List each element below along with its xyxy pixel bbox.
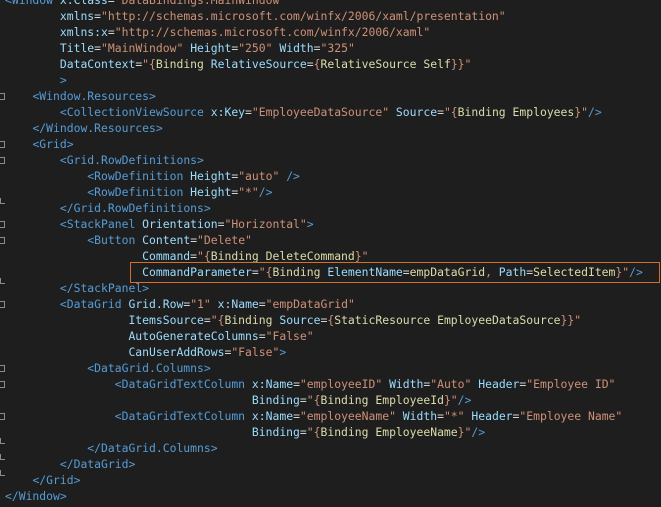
code-line: </Grid> xyxy=(32,473,81,487)
code-line: </DataGrid.Columns> xyxy=(87,441,218,455)
code-line: xmlns:x="http://schemas.microsoft.com/wi… xyxy=(59,25,431,39)
code-line: </DataGrid> xyxy=(59,457,136,471)
code-line: AutoGenerateColumns="False" xyxy=(128,329,314,343)
code-line: <DataGrid Grid.Row="1" x:Name="empDataGr… xyxy=(59,297,355,311)
code-line: </Window.Resources> xyxy=(32,121,163,135)
code-line: <DataGridTextColumn x:Name="employeeID" … xyxy=(114,377,616,391)
code-line: xmlns="http://schemas.microsoft.com/winf… xyxy=(59,9,506,23)
code-line: <Grid> xyxy=(32,137,74,151)
code-line: <RowDefinition Height="*"/> xyxy=(87,185,273,199)
code-line: Binding="{Binding EmployeeName}"/> xyxy=(251,425,486,439)
code-line: <StackPanel Orientation="Horizontal"> xyxy=(59,217,314,231)
code-line: Command="{Binding DeleteCommand}" xyxy=(142,249,369,263)
code-line: <Window.Resources> xyxy=(32,89,156,103)
code-line: Binding="{Binding EmployeeId}"/> xyxy=(251,393,472,407)
code-line: <Button Content="Delete" xyxy=(87,233,252,247)
code-line: CommandParameter="{Binding ElementName=e… xyxy=(142,265,643,279)
code-line: DataContext="{Binding RelativeSource={Re… xyxy=(59,57,472,71)
code-line: ItemsSource="{Binding Source={StaticReso… xyxy=(128,313,582,327)
code-editor[interactable]: <Window x:Class="DataBindings.MainWindow… xyxy=(0,0,661,507)
code-line: <DataGrid.Columns> xyxy=(87,361,211,375)
code-line: </StackPanel> xyxy=(59,281,150,295)
code-line: > xyxy=(59,73,67,87)
code-line: </Window> xyxy=(5,489,67,503)
code-line: Title="MainWindow" Height="250" Width="3… xyxy=(59,41,355,55)
code-line: <DataGridTextColumn x:Name="employeeName… xyxy=(114,409,623,423)
code-line: <CollectionViewSource x:Key="EmployeeDat… xyxy=(59,105,602,119)
code-line: CanUserAddRows="False"> xyxy=(128,345,287,359)
code-line: </Grid.RowDefinitions> xyxy=(59,201,211,215)
code-line: <RowDefinition Height="auto" /> xyxy=(87,169,300,183)
code-line: <Window x:Class="DataBindings.MainWindow… xyxy=(5,0,287,7)
code-line: <Grid.RowDefinitions> xyxy=(59,153,204,167)
